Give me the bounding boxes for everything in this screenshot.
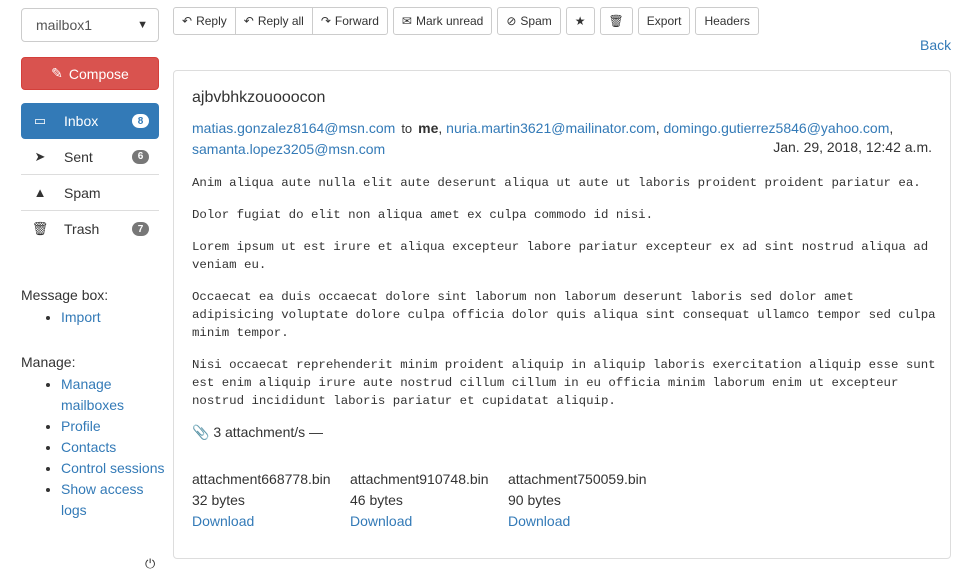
mailbox-select-value: mailbox1 [36,17,93,33]
attachment-item: attachment750059.bin 90 bytes Download [508,469,666,532]
control-sessions-link[interactable]: Control sessions [61,460,165,476]
ban-icon: ⊘ [506,14,517,28]
forward-label: Forward [334,14,379,28]
reply-icon: ↶ [182,14,193,28]
unread-badge: 8 [132,114,149,128]
attachments-heading: 📎 3 attachment/s — [192,424,323,441]
delete-button[interactable]: 🗑 [599,7,633,35]
body-paragraph: Occaecat ea duis occaecat dolore sint la… [192,290,943,340]
star-icon: ★ [574,14,586,28]
folder-sent[interactable]: ➤ Sent 6 [21,139,159,175]
mark-unread-button[interactable]: ✉ Mark unread [392,7,493,35]
envelope-icon: ✉ [401,14,412,28]
attachment-item: attachment668778.bin 32 bytes Download [192,469,350,532]
import-link[interactable]: Import [61,309,101,325]
message-body: Anim aliqua aute nulla elit aute deserun… [192,174,937,424]
folder-spam[interactable]: ▲ Spam [21,175,159,211]
access-logs-link[interactable]: Show access logs [61,481,143,518]
download-link[interactable]: Download [192,513,254,529]
count-badge: 7 [132,222,149,236]
body-paragraph: Nisi occaecat reprehenderit minim proide… [192,358,943,408]
message-box-heading: Message box: [21,287,109,303]
inbox-icon: ▭ [33,113,47,128]
body-paragraph: Lorem ipsum ut est irure et aliqua excep… [192,240,936,272]
sender-email[interactable]: matias.gonzalez8164@msn.com [192,120,395,136]
reply-all-button[interactable]: ↶ Reply all [234,7,313,35]
message-panel: ajbvbhkzouooocon matias.gonzalez8164@msn… [173,70,951,559]
folder-label: Trash [64,221,100,237]
star-button[interactable]: ★ [565,7,595,35]
export-label: Export [646,14,682,28]
recipient-email[interactable]: domingo.gutierrez5846@yahoo.com [663,120,889,136]
headers-button[interactable]: Headers [695,7,759,35]
spam-label: Spam [520,14,552,28]
manage-mailboxes-link[interactable]: Manage mailboxes [61,376,124,413]
recipient-me: me [418,120,439,136]
trash-icon: 🗑 [608,14,624,28]
folder-inbox[interactable]: ▭ Inbox 8 [21,103,159,139]
download-link[interactable]: Download [350,513,412,529]
folder-label: Inbox [64,113,99,129]
compose-label: Compose [68,65,129,82]
forward-icon: ↷ [320,14,331,28]
to-word: to [401,121,413,136]
message-date: Jan. 29, 2018, 12:42 a.m. [773,139,932,155]
message-subject: ajbvbhkzouooocon [192,89,326,106]
paper-plane-icon: ➤ [34,148,46,164]
attachment-name: attachment750059.bin [508,471,647,487]
attachments-count: 3 attachment/s — [213,424,324,440]
forward-button[interactable]: ↷ Forward [311,7,388,35]
attachment-size: 90 bytes [508,492,561,508]
trash-icon: 🗑 [31,221,49,236]
folder-trash[interactable]: 🗑 Trash 7 [21,211,159,247]
manage-heading: Manage: [21,354,76,370]
spam-button[interactable]: ⊘ Spam [497,7,561,35]
chevron-down-icon: ▼ [137,19,148,31]
body-paragraph: Dolor fugiat do elit non aliqua amet ex … [192,208,654,222]
paperclip-icon: 📎 [192,424,210,440]
folder-list: ▭ Inbox 8 ➤ Sent 6 ▲ Spam 🗑 Trash 7 [21,103,159,247]
mark-unread-label: Mark unread [415,14,484,28]
recipient-email[interactable]: nuria.martin3621@mailinator.com [446,120,656,136]
reply-all-icon: ↶ [243,14,254,28]
mailbox-select[interactable]: mailbox1 ▼ [21,8,159,42]
power-icon[interactable]: ⏻ [145,556,155,572]
compose-button[interactable]: ✎ Compose [21,57,159,90]
message-box-section: Message box: Import [21,287,108,328]
attachment-name: attachment668778.bin [192,471,331,487]
back-link[interactable]: Back [920,37,951,53]
attachment-item: attachment910748.bin 46 bytes Download [350,469,508,532]
attachment-size: 46 bytes [350,492,403,508]
warning-icon: ▲ [33,185,47,200]
folder-label: Sent [64,148,93,165]
reply-all-label: Reply all [257,14,304,28]
export-button[interactable]: Export [637,7,691,35]
attachment-size: 32 bytes [192,492,245,508]
contacts-link[interactable]: Contacts [61,439,116,455]
count-badge: 6 [132,149,149,164]
headers-label: Headers [704,14,750,28]
attachment-list: attachment668778.bin 32 bytes Download a… [192,469,666,532]
reply-group: ↶ Reply ↶ Reply all ↷ Forward [173,7,388,35]
message-toolbar: ↶ Reply ↶ Reply all ↷ Forward ✉ Mark unr… [173,7,759,35]
reply-button[interactable]: ↶ Reply [173,7,236,35]
body-paragraph: Anim aliqua aute nulla elit aute deserun… [192,176,921,190]
download-link[interactable]: Download [508,513,570,529]
recipient-email[interactable]: samanta.lopez3205@msn.com [192,141,385,157]
manage-section: Manage: Manage mailboxes Profile Contact… [21,354,171,521]
profile-link[interactable]: Profile [61,418,101,434]
attachment-name: attachment910748.bin [350,471,489,487]
reply-label: Reply [196,14,227,28]
folder-label: Spam [64,184,101,201]
edit-icon: ✎ [51,65,63,81]
